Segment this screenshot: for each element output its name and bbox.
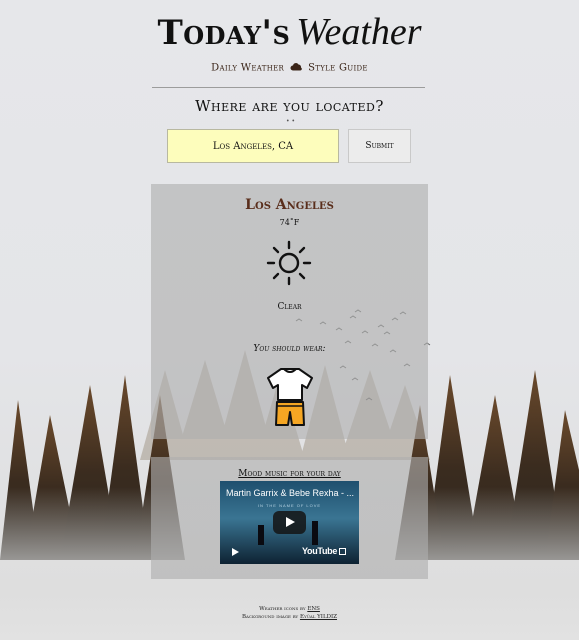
youtube-video-player[interactable]: Martin Garrix & Bebe Rexha - ... IN THE …	[220, 481, 359, 564]
video-caption: IN THE NAME OF LOVE	[257, 503, 322, 508]
page-title: Today's Weather	[0, 12, 579, 53]
subtitle-right: Style Guide	[308, 62, 368, 74]
video-figure-right	[312, 521, 318, 545]
submit-button[interactable]: Submit	[348, 129, 411, 163]
location-input[interactable]	[167, 129, 339, 163]
fullscreen-icon[interactable]	[339, 548, 346, 555]
music-panel: Mood music for your day Martin Garrix & …	[151, 457, 428, 579]
youtube-logo[interactable]: YouTube	[302, 546, 337, 556]
title-script: Weather	[296, 11, 422, 53]
header-divider	[152, 87, 425, 88]
image-author-link[interactable]: Eyüal YILDIZ	[300, 614, 337, 620]
weather-panel: Los Angeles 74˚F Clear You should wear:	[151, 184, 428, 439]
credits: Weather icons by ENS Background image by…	[0, 605, 579, 621]
icons-author-link[interactable]: ENS	[307, 606, 320, 612]
image-credit-prefix: Background image by	[241, 614, 299, 620]
title-prefix: Today's	[157, 13, 291, 53]
page-subtitle: Daily Weather Style Guide	[0, 62, 579, 74]
play-icon	[286, 517, 295, 527]
question-dots: • •	[286, 118, 295, 125]
city-name: Los Angeles	[245, 197, 334, 213]
tshirt-shorts-icon	[264, 366, 316, 432]
image-credit: Background image by Eyüal YILDIZ	[0, 613, 579, 621]
location-question: Where are you located?	[195, 97, 384, 115]
subtitle-left: Daily Weather	[211, 62, 285, 74]
music-heading: Mood music for your day	[238, 469, 341, 479]
control-play-icon[interactable]	[232, 548, 239, 556]
cloud-icon	[290, 62, 303, 74]
sun-icon	[266, 240, 312, 290]
video-figure-left	[258, 525, 264, 545]
icons-credit: Weather icons by ENS	[0, 605, 579, 613]
video-title[interactable]: Martin Garrix & Bebe Rexha - ...	[226, 488, 356, 498]
weather-condition: Clear	[277, 302, 302, 312]
temperature: 74˚F	[279, 218, 300, 227]
wear-prompt: You should wear:	[253, 344, 326, 354]
play-button[interactable]	[273, 511, 306, 534]
icons-credit-prefix: Weather icons by	[259, 606, 306, 612]
